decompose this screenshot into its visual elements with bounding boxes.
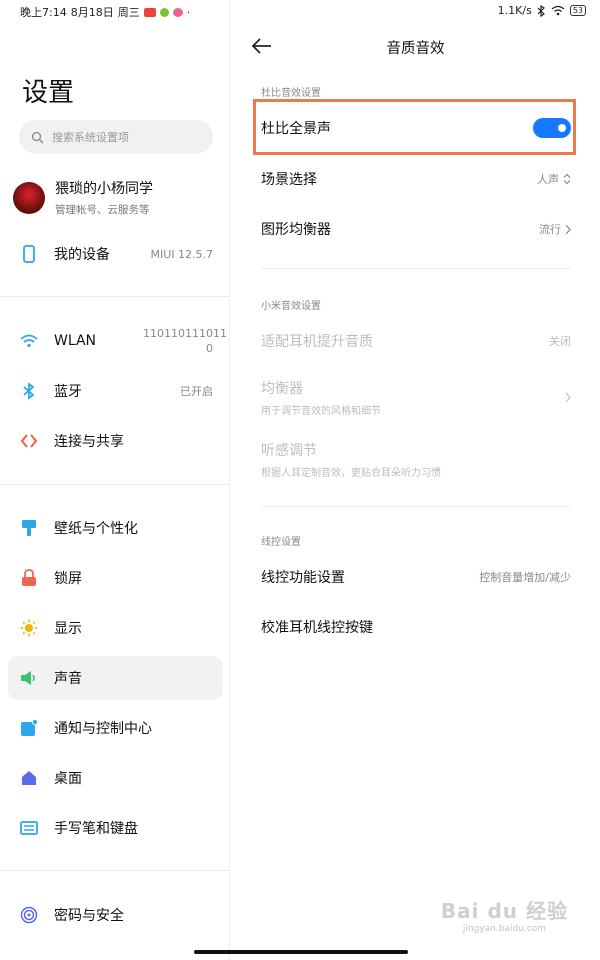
sidebar-item-label: 连接与共享 [54,434,124,450]
hearing-adjust-row: 听感调节 根据人耳定制音效，更贴合耳朵听力习惯 [261,440,571,479]
row-value: 人声 [537,171,571,187]
search-input[interactable] [52,130,202,144]
sidebar-item-label: 显示 [54,621,82,637]
speaker-icon [20,669,38,687]
row-label: 图形均衡器 [261,222,331,238]
sidebar-item-connection-sharing[interactable]: 连接与共享 [8,419,223,463]
divider [261,506,571,507]
row-label: 校准耳机线控按键 [261,620,373,636]
share-icon [20,432,38,450]
search-icon [31,131,44,143]
sidebar-item-wlan[interactable]: WLAN 110110111011 0 [8,319,227,363]
profile-name: 猥琐的小杨同学 [55,181,153,197]
sound-settings-panel: 音质音效 杜比音效设置 杜比全景声 场景选择 人声 图形均衡器 流行 小米音效设… [231,0,600,960]
detail-page-title: 音质音效 [386,41,445,57]
dolby-atmos-row[interactable]: 杜比全景声 [261,115,571,141]
sidebar-item-sound[interactable]: 声音 [8,656,223,700]
row-value: 流行 [539,221,571,237]
sidebar-item-label: 锁屏 [54,571,82,587]
lock-icon [20,569,38,587]
phone-icon [20,245,38,263]
notification-icon [20,719,38,737]
row-label: 杜比全景声 [261,121,331,137]
sidebar-item-desktop[interactable]: 桌面 [8,756,223,800]
sidebar-item-display[interactable]: 显示 [8,606,223,650]
fingerprint-icon [20,906,38,924]
equalizer-row: 均衡器 用于调节音效的风格和细节 [261,378,571,417]
sidebar-item-label: WLAN [54,333,97,349]
sidebar-item-bluetooth[interactable]: 蓝牙 已开启 [8,369,223,413]
account-profile[interactable]: 猥琐的小杨同学 管理帐号、云服务等 [13,178,153,217]
watermark-logo: Bai du 经验 [440,899,568,923]
keyboard-icon [20,819,38,837]
divider [261,268,571,269]
sun-icon [20,619,38,637]
divider [0,484,230,485]
graphic-eq-row[interactable]: 图形均衡器 流行 [261,218,571,240]
watermark: Bai du 经验 jingyan.baidu.com [441,895,568,934]
sidebar-item-label: 手写笔和键盘 [54,821,138,837]
up-down-chevron-icon [563,173,571,185]
row-subtitle: 用于调节音效的风格和细节 [261,405,381,417]
sidebar-item-label: 通知与控制中心 [54,721,152,737]
section-header-wire-control: 线控设置 [261,537,301,548]
home-icon [20,769,38,787]
sidebar-item-my-device[interactable]: 我的设备 MIUI 12.5.7 [8,232,223,276]
section-header-mi-audio: 小米音效设置 [261,301,321,312]
sidebar-item-label: 蓝牙 [54,384,82,400]
brush-icon [20,519,38,537]
home-indicator[interactable] [194,950,408,954]
chevron-right-icon [565,224,571,234]
adapt-headphone-row: 适配耳机提升音质 关闭 [261,330,571,352]
sidebar-item-label: 壁纸与个性化 [54,521,138,537]
toggle-knob [558,124,566,132]
row-value: 关闭 [549,335,571,348]
avatar [13,181,45,214]
sidebar-item-lock-screen[interactable]: 锁屏 [8,556,223,600]
sidebar-item-value: 110110111011 0 [143,327,227,355]
row-label: 听感调节 [261,442,317,459]
search-bar[interactable] [19,120,213,154]
profile-subtitle: 管理帐号、云服务等 [55,204,150,216]
row-subtitle: 根据人耳定制音效，更贴合耳朵听力习惯 [261,467,441,479]
sidebar-item-password-security[interactable]: 密码与安全 [8,893,223,937]
sidebar-item-label: 桌面 [54,771,82,787]
scene-select-row[interactable]: 场景选择 人声 [261,168,571,190]
page-title: 设置 [22,78,75,108]
sidebar-item-value: MIUI 12.5.7 [150,247,213,261]
sidebar-item-wallpaper[interactable]: 壁纸与个性化 [8,506,223,550]
dolby-atmos-toggle[interactable] [533,118,571,138]
sidebar-item-notifications[interactable]: 通知与控制中心 [8,706,223,750]
chevron-right-icon [565,392,571,402]
row-label: 适配耳机提升音质 [261,334,373,350]
scene-value: 人声 [537,173,559,186]
sidebar-item-stylus-keyboard[interactable]: 手写笔和键盘 [8,806,223,850]
sidebar-item-label: 密码与安全 [54,908,124,924]
row-label: 场景选择 [261,172,317,188]
section-header-dolby: 杜比音效设置 [261,88,321,99]
divider [0,870,230,871]
wifi-icon [20,332,38,350]
eq-value: 流行 [539,223,561,236]
watermark-url: jingyan.baidu.com [462,924,546,934]
bluetooth-icon [20,382,38,400]
sidebar-item-value: 已开启 [180,385,213,398]
settings-sidebar: 设置 猥琐的小杨同学 管理帐号、云服务等 我的设备 MIUI 12.5.7 WL… [0,0,230,960]
sidebar-item-label: 声音 [54,671,82,687]
calibrate-wire-row[interactable]: 校准耳机线控按键 [261,616,571,638]
row-value: 控制音量增加/减少 [479,571,571,584]
row-label: 线控功能设置 [261,570,345,586]
row-label: 均衡器 [261,380,303,397]
divider [0,296,230,297]
sidebar-item-label: 我的设备 [54,247,110,263]
wire-control-row[interactable]: 线控功能设置 控制音量增加/减少 [261,566,571,588]
